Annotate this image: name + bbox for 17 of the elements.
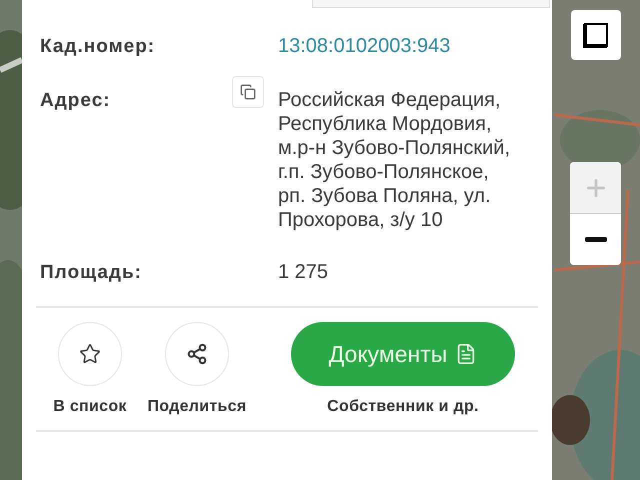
action-caption: В список	[53, 398, 127, 416]
copy-button[interactable]	[232, 76, 264, 108]
cadastral-link[interactable]: 13:08:0102003:943	[278, 34, 514, 58]
field-label: Площадь:	[40, 261, 143, 285]
action-caption: Собственник и др.	[327, 398, 479, 416]
documents-button[interactable]: Документы	[291, 322, 515, 386]
field-value: 1 275	[278, 260, 330, 284]
action-caption: Поделиться	[147, 398, 247, 416]
measure-button[interactable]	[571, 10, 621, 60]
field-label: Кад.номер:	[40, 35, 156, 59]
ruler-icon	[583, 22, 609, 48]
minus-icon	[584, 237, 606, 242]
star-icon	[79, 343, 101, 365]
field-value: Российская Федерация, Республика Мордовия, м.р-н Зубово-Полянский, г.п. Зубово-Полянское, рп. Зубова Поляна, ул. Прохорова, з/у 10	[278, 88, 512, 232]
share-icon	[186, 343, 208, 365]
field-label: Адрес:	[40, 89, 112, 113]
copy-icon	[240, 84, 256, 100]
